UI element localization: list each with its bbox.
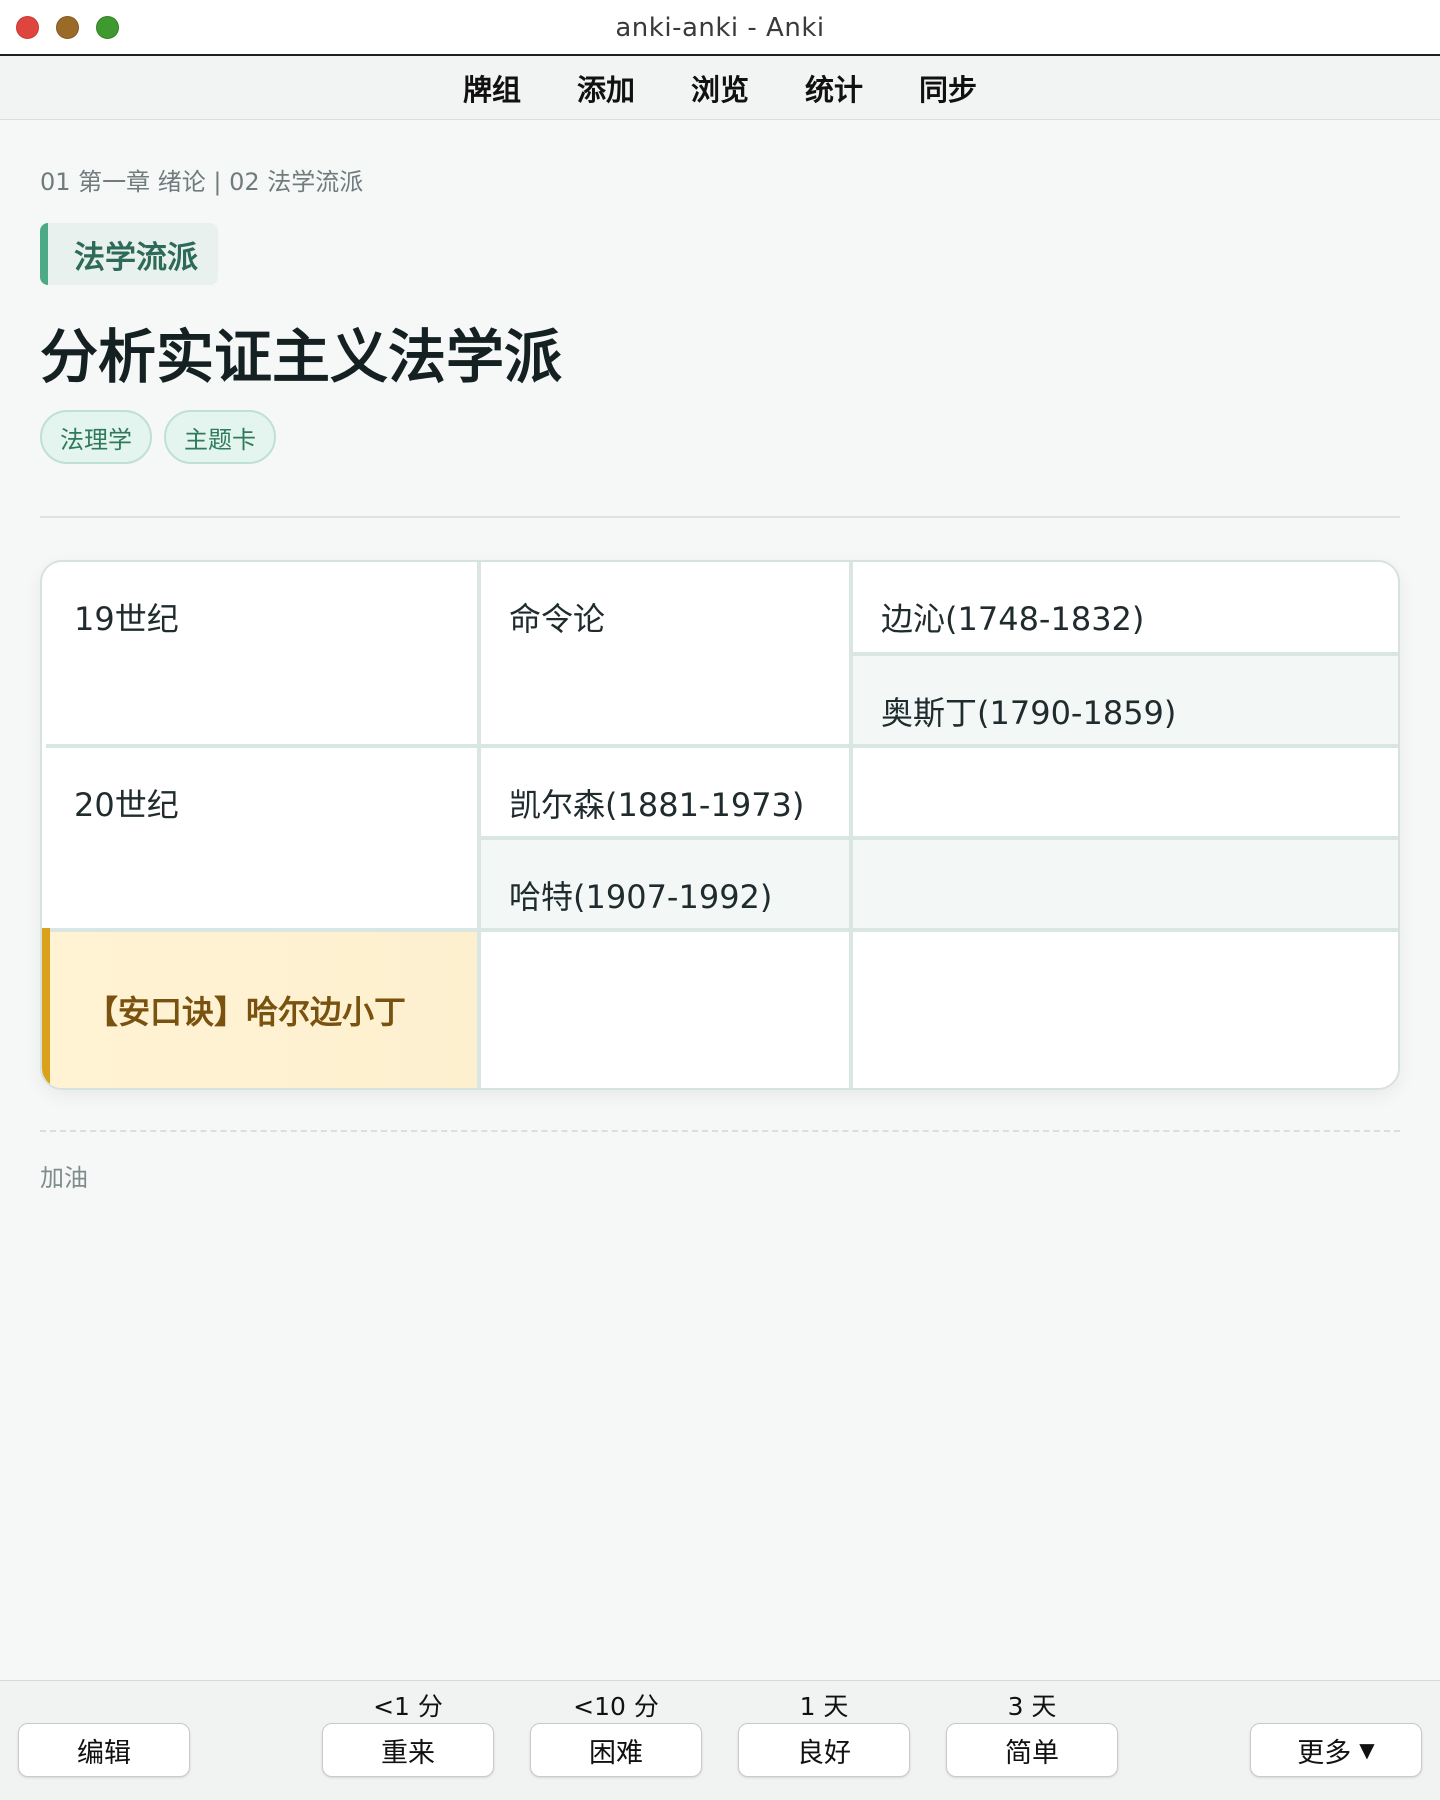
toolbar-decks[interactable]: 牌组 bbox=[435, 67, 549, 109]
edit-button[interactable]: 编辑 bbox=[18, 1723, 190, 1777]
hard-button[interactable]: 困难 bbox=[530, 1723, 702, 1777]
tag-chip: 主题卡 bbox=[164, 410, 276, 464]
table-cell: 哈特(1907-1992) bbox=[479, 836, 853, 932]
table-cell: 凯尔森(1881-1973) bbox=[477, 744, 853, 840]
table-cell-empty bbox=[477, 928, 853, 1088]
good-interval: 1 天 bbox=[799, 1692, 849, 1721]
tag-chip: 法理学 bbox=[40, 410, 152, 464]
hard-interval: <10 分 bbox=[573, 1692, 659, 1721]
more-button[interactable]: 更多 ▼ bbox=[1250, 1723, 1422, 1777]
divider bbox=[40, 516, 1400, 518]
table-cell: 20世纪 bbox=[46, 744, 481, 932]
easy-button[interactable]: 简单 bbox=[946, 1723, 1118, 1777]
table-cell: 奥斯丁(1790-1859) bbox=[851, 652, 1398, 748]
review-bottom-bar: 编辑 <1 分 重来 <10 分 困难 1 天 良好 3 天 简单 更多 ▼ bbox=[0, 1680, 1440, 1800]
toolbar-stats[interactable]: 统计 bbox=[777, 67, 891, 109]
anki-window: anki-anki - Anki 牌组 添加 浏览 统计 同步 01 第一章 绪… bbox=[0, 0, 1440, 1800]
more-label: 更多 bbox=[1297, 1737, 1352, 1769]
toolbar-browse[interactable]: 浏览 bbox=[663, 67, 777, 109]
table-cell-empty bbox=[849, 836, 1398, 932]
easy-interval: 3 天 bbox=[1007, 1692, 1057, 1721]
toolbar-sync[interactable]: 同步 bbox=[891, 67, 1005, 109]
table-cell: 命令论 bbox=[477, 562, 853, 748]
breadcrumb: 01 第一章 绪论 | 02 法学流派 bbox=[40, 168, 364, 196]
card-title: 分析实证主义法学派 bbox=[40, 323, 563, 391]
title-bar: anki-anki - Anki bbox=[0, 0, 1440, 56]
again-interval: <1 分 bbox=[373, 1692, 443, 1721]
caret-down-icon: ▼ bbox=[1359, 1738, 1375, 1762]
table-cell: 边沁(1748-1832) bbox=[849, 562, 1398, 656]
topic-tag: 法学流派 bbox=[40, 223, 218, 285]
dashed-divider bbox=[40, 1130, 1400, 1132]
table-cell: 19世纪 bbox=[46, 562, 481, 748]
tag-chips: 法理学 主题卡 bbox=[40, 410, 276, 464]
mnemonic-cell: 【安口诀】哈尔边小丁 bbox=[42, 928, 481, 1088]
window-title: anki-anki - Anki bbox=[615, 13, 825, 43]
good-button[interactable]: 良好 bbox=[738, 1723, 910, 1777]
toolbar-add[interactable]: 添加 bbox=[549, 67, 663, 109]
table-cell-empty bbox=[849, 744, 1398, 840]
card-note: 加油 bbox=[40, 1164, 88, 1192]
main-toolbar: 牌组 添加 浏览 统计 同步 bbox=[0, 56, 1440, 120]
again-button[interactable]: 重来 bbox=[322, 1723, 494, 1777]
school-table: 19世纪 命令论 边沁(1748-1832) 奥斯丁(1790-1859) 20… bbox=[40, 560, 1400, 1090]
table-cell-empty bbox=[849, 928, 1398, 1088]
